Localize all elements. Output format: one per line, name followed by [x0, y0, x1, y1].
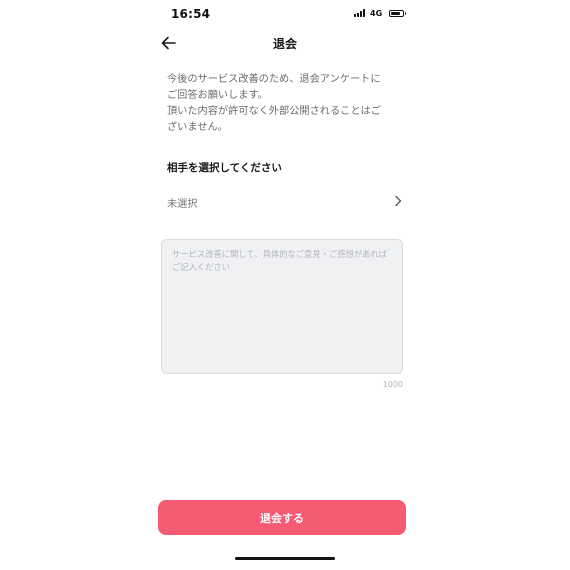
page-title: 退会 [272, 37, 297, 51]
intro-line: 頂いた内容が許可なく外部公開されることはご [167, 106, 381, 117]
signal-icon [354, 9, 365, 17]
partner-section-heading: 相手を選択してください [167, 162, 282, 174]
home-indicator [235, 557, 335, 560]
survey-intro: 今後のサービス改善のため、退会アンケートに ご回答お願いします。 頂いた内容が許… [167, 72, 407, 136]
status-bar: 16:54 4G [0, 0, 570, 26]
partner-select-value: 未選択 [167, 199, 198, 210]
nav-bar: 退会 [155, 30, 415, 56]
withdraw-button[interactable]: 退会する [158, 500, 406, 535]
partner-select[interactable]: 未選択 [163, 187, 406, 215]
status-time: 16:54 [171, 7, 211, 21]
withdraw-screen: 16:54 4G 退会 今後のサービス改善のため、退会アンケートに ご回答お願い… [0, 0, 570, 570]
intro-line: 今後のサービス改善のため、退会アンケートに [167, 74, 381, 85]
battery-icon [389, 9, 407, 17]
char-limit-counter: 1000 [382, 380, 403, 389]
network-type: 4G [370, 8, 383, 18]
chevron-right-icon [395, 195, 402, 207]
status-indicators: 4G [354, 8, 407, 18]
battery-level [391, 11, 401, 15]
intro-line: ざいません。 [167, 122, 228, 133]
intro-line: ご回答お願いします。 [167, 90, 268, 101]
feedback-textarea[interactable] [161, 239, 403, 374]
